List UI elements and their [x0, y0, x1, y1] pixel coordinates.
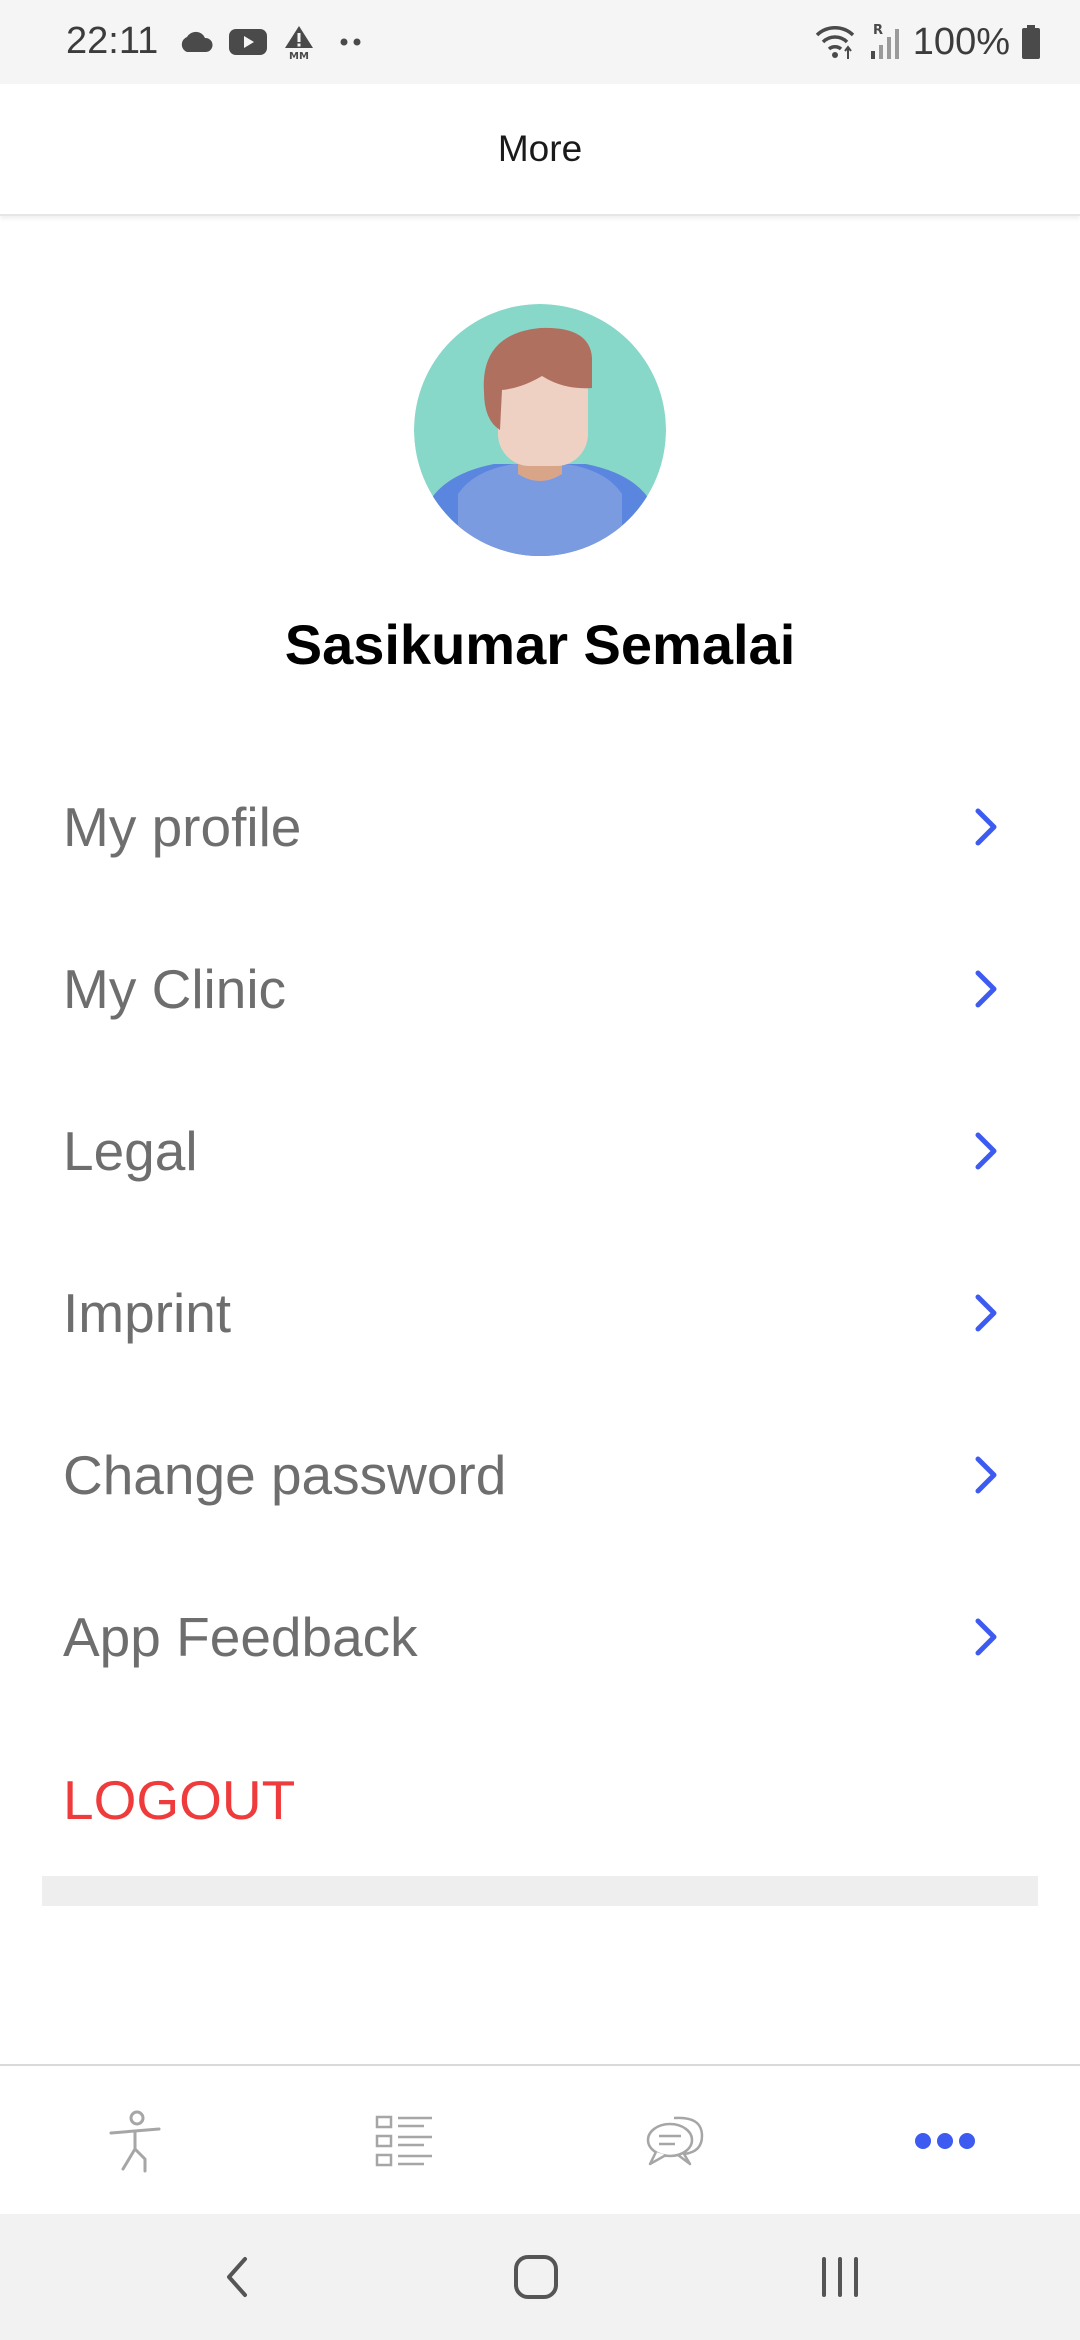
menu-item-my-clinic[interactable]: My Clinic	[0, 908, 1080, 1070]
alert-icon: MM	[285, 26, 313, 60]
cloud-icon	[181, 31, 213, 52]
status-time: 22:11	[66, 20, 159, 62]
youtube-icon	[229, 29, 267, 55]
svg-text:MM: MM	[289, 51, 309, 60]
tab-chat[interactable]	[540, 2066, 810, 2216]
chevron-right-icon	[975, 1456, 997, 1494]
tab-more[interactable]	[810, 2066, 1080, 2216]
exercise-person-icon	[109, 2110, 161, 2173]
tab-list[interactable]	[270, 2066, 540, 2216]
page-title: More	[497, 128, 583, 169]
nav-home-button[interactable]	[436, 2214, 636, 2340]
more-dots-icon	[915, 2133, 975, 2149]
menu-item-label: App Feedback	[63, 1606, 418, 1668]
menu-item-change-password[interactable]: Change password	[0, 1394, 1080, 1556]
menu-item-app-feedback[interactable]: App Feedback	[0, 1556, 1080, 1718]
nav-back-button[interactable]	[136, 2214, 336, 2340]
tab-exercise[interactable]	[0, 2066, 270, 2216]
menu-item-label: Change password	[63, 1444, 507, 1506]
status-icons-left: MM	[178, 22, 370, 62]
wifi-icon	[815, 26, 855, 59]
menu-item-label: My Clinic	[63, 958, 287, 1020]
battery-percentage: 100%	[912, 20, 1010, 63]
chevron-right-icon	[975, 1294, 997, 1332]
menu-item-label: My profile	[63, 796, 302, 858]
app-header: More	[0, 84, 1080, 216]
bottom-tab-bar	[0, 2064, 1080, 2216]
chevron-right-icon	[975, 1132, 997, 1170]
nav-recent-apps-button[interactable]	[740, 2214, 940, 2340]
chevron-right-icon	[975, 808, 997, 846]
home-icon	[514, 2255, 558, 2299]
menu-item-legal[interactable]: Legal	[0, 1070, 1080, 1232]
battery-icon	[1022, 25, 1040, 59]
back-icon	[227, 2257, 247, 2297]
more-screen: 22:11 MM R 100% More Sasikumar Semalai M…	[0, 0, 1080, 2340]
status-bar: 22:11 MM R 100%	[0, 0, 1080, 84]
section-divider	[42, 1876, 1038, 1906]
chat-bubbles-icon	[646, 2116, 704, 2166]
list-icon	[375, 2115, 432, 2167]
logout-button[interactable]: LOGOUT	[63, 1768, 295, 1832]
status-icons-right: R 100%	[813, 18, 1042, 66]
signal-icon: R	[870, 23, 899, 59]
chevron-right-icon	[975, 1618, 997, 1656]
user-avatar-icon	[414, 304, 666, 556]
chevron-right-icon	[975, 970, 997, 1008]
menu-item-label: Imprint	[63, 1282, 232, 1344]
system-nav-bar	[0, 2214, 1080, 2340]
menu-item-label: Legal	[63, 1120, 198, 1182]
menu-item-imprint[interactable]: Imprint	[0, 1232, 1080, 1394]
more-dots-icon	[340, 38, 361, 46]
svg-text:R: R	[873, 23, 883, 38]
menu-item-my-profile[interactable]: My profile	[0, 746, 1080, 908]
user-name: Sasikumar Semalai	[284, 613, 796, 676]
recent-apps-icon	[822, 2257, 858, 2297]
